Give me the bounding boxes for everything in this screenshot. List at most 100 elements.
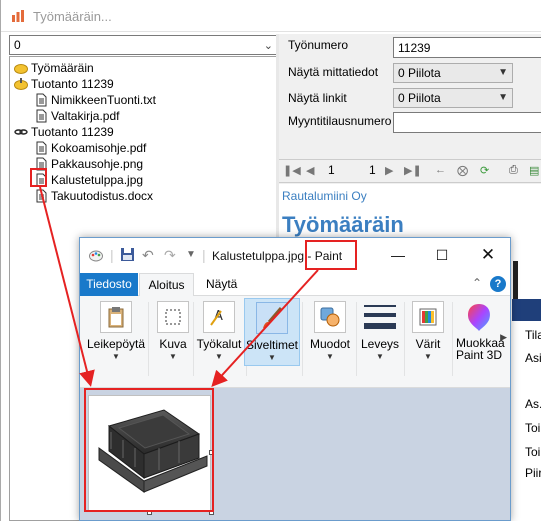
close-button[interactable]: ✕ xyxy=(474,244,502,266)
show-links-select[interactable]: 0 Piilota ▼ xyxy=(393,88,513,108)
chevron-down-icon: ▼ xyxy=(215,352,223,361)
chevron-up-icon[interactable]: ⌃ xyxy=(472,276,482,290)
maximize-button[interactable]: ☐ xyxy=(428,244,456,266)
shapes-icon xyxy=(314,301,346,333)
total-pages: 1 xyxy=(369,163,376,177)
annotation-highlight-paint-title xyxy=(305,240,357,270)
tree-item-file-selected[interactable]: Kalustetulppa.jpg xyxy=(34,171,143,187)
tree-filter-combo[interactable]: 0 ⌄ xyxy=(9,35,277,55)
clipboard-button[interactable]: Leikepöytä ▼ xyxy=(86,301,146,365)
folder-open-icon xyxy=(14,77,28,90)
job-number-field[interactable]: 11239 xyxy=(393,37,541,58)
stop-icon[interactable]: ⨂ xyxy=(457,164,468,177)
tools-button[interactable]: A Työkalut ▼ xyxy=(194,301,244,365)
brushes-button[interactable]: Siveltimet ▼ xyxy=(244,298,300,366)
next-page-icon[interactable]: ▶ xyxy=(385,164,393,177)
app-chart-icon xyxy=(12,10,24,22)
ribbon-home: Leikepöytä ▼ Kuva ▼ A Työkalut ▼ Sivelti… xyxy=(80,296,510,388)
tab-file[interactable]: Tiedosto xyxy=(80,273,138,296)
report-divider xyxy=(513,261,518,301)
refresh-icon[interactable]: ⟳ xyxy=(480,164,489,177)
show-links-label: Näytä linkit xyxy=(288,91,347,105)
link-icon xyxy=(14,129,28,135)
paint-app-icon xyxy=(88,247,104,266)
report-side-text: Asi xyxy=(525,351,541,365)
image-button[interactable]: Kuva ▼ xyxy=(153,301,193,365)
chevron-down-icon[interactable]: ⌄ xyxy=(264,39,273,52)
report-header-bar xyxy=(512,299,541,321)
chevron-down-icon: ▼ xyxy=(112,352,120,361)
show-measurements-label: Näytä mittatiedot xyxy=(288,65,379,79)
brush-icon xyxy=(256,302,288,334)
chevron-down-icon: ▼ xyxy=(498,67,508,78)
shapes-button[interactable]: Muodot ▼ xyxy=(306,301,354,365)
current-page-field[interactable]: 1 xyxy=(328,163,335,177)
edit-paint3d-button[interactable]: Muokkaa Paint 3D xyxy=(456,301,505,365)
separator-icon: | xyxy=(110,247,114,263)
first-page-icon[interactable]: ❚◀ xyxy=(283,164,301,177)
ribbon-separator xyxy=(302,302,303,376)
tree-filter-value: 0 xyxy=(14,38,21,52)
help-button[interactable]: ? xyxy=(490,276,506,292)
clipboard-icon xyxy=(100,301,132,333)
chevron-down-icon: ▼ xyxy=(268,353,276,362)
report-side-text: Toi xyxy=(525,445,541,459)
chevron-down-icon: ▼ xyxy=(326,352,334,361)
tree-item-file[interactable]: Kokoamisohje.pdf xyxy=(34,139,146,155)
sales-order-label: Myyntitilausnumero xyxy=(288,114,392,128)
line-width-icon xyxy=(363,301,397,333)
document-icon xyxy=(36,141,47,155)
show-measurements-select[interactable]: 0 Piilota ▼ xyxy=(393,63,513,83)
tree-item-file[interactable]: Valtakirja.pdf xyxy=(34,107,119,123)
save-icon[interactable] xyxy=(120,247,135,265)
colors-button[interactable]: Värit ▼ xyxy=(408,301,448,365)
tab-home[interactable]: Aloitus xyxy=(139,273,194,297)
document-icon xyxy=(36,93,47,107)
report-side-text: Toi xyxy=(525,421,541,435)
sales-order-field[interactable] xyxy=(393,112,541,133)
report-company: Rautalumiini Oy xyxy=(282,189,367,203)
page-layout-icon[interactable]: ▤ xyxy=(529,164,539,177)
tree-item-production-link[interactable]: Tuotanto 11239 xyxy=(14,123,114,139)
tab-view[interactable]: Näytä xyxy=(206,273,237,296)
chevron-down-icon: ▼ xyxy=(498,92,508,103)
window-titlebar: Työmääräin... xyxy=(1,0,541,32)
tree-item-file[interactable]: Takuutodistus.docx xyxy=(34,187,153,203)
report-toolbar: ❚◀ ◀ 1 1 ▶ ▶❚ ← ⨂ ⟳ ⎙ ▤ xyxy=(279,159,541,183)
last-page-icon[interactable]: ▶❚ xyxy=(404,164,422,177)
svg-text:A: A xyxy=(214,309,223,324)
palette-icon xyxy=(412,301,444,333)
chevron-down-icon: ▼ xyxy=(169,352,177,361)
job-number-label: Työnumero xyxy=(288,38,349,52)
tree-item-production[interactable]: Tuotanto 11239 xyxy=(14,75,114,91)
back-icon[interactable]: ← xyxy=(435,164,446,176)
paint-titlebar: | ↶ ↷ ▼ | Kalustetulppa.jpg - Paint — ☐ … xyxy=(80,238,510,273)
report-side-text: Piir xyxy=(525,466,541,480)
undo-icon[interactable]: ↶ xyxy=(142,247,154,264)
annotation-highlight-file-icon xyxy=(30,168,47,187)
report-side-text: Tila xyxy=(525,328,541,342)
chevron-down-icon: ▼ xyxy=(424,352,432,361)
ribbon-separator xyxy=(452,302,453,376)
ribbon-separator xyxy=(404,302,405,376)
folder-yellow-icon xyxy=(14,63,28,74)
customize-toolbar-icon[interactable]: ▼ xyxy=(186,249,196,260)
tree-item-file[interactable]: NimikkeenTuonti.txt xyxy=(34,91,156,107)
window-title: Työmääräin... xyxy=(33,9,112,24)
ribbon-separator xyxy=(148,302,149,376)
minimize-button[interactable]: — xyxy=(384,244,412,266)
previous-page-icon[interactable]: ◀ xyxy=(306,164,314,177)
report-title: Työmääräin xyxy=(282,212,404,237)
report-side-text: As. xyxy=(525,397,541,411)
size-button[interactable]: Leveys ▼ xyxy=(358,301,402,365)
ribbon-separator xyxy=(356,302,357,376)
document-icon xyxy=(36,189,47,203)
print-icon[interactable]: ⎙ xyxy=(509,164,518,177)
paint3d-icon xyxy=(463,301,495,333)
tree-item-root[interactable]: Työmääräin xyxy=(14,59,94,75)
select-icon xyxy=(157,301,189,333)
redo-icon[interactable]: ↷ xyxy=(164,247,176,264)
ribbon-tabs: Tiedosto Aloitus Näytä ⌃ ? xyxy=(80,273,510,297)
tree-item-file[interactable]: Pakkausohje.png xyxy=(34,155,143,171)
chevron-right-icon[interactable]: ▶ xyxy=(500,332,507,343)
